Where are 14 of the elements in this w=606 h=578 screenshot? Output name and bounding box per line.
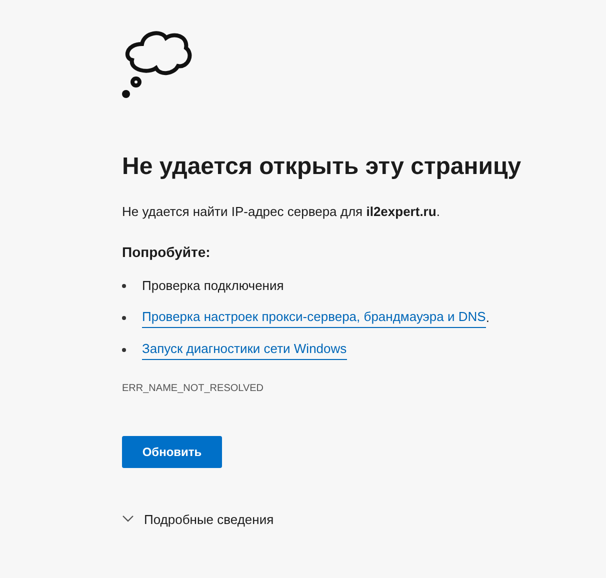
error-message: Не удается найти IP-адрес сервера для il2expert.ru. (122, 203, 441, 221)
bullet-icon (122, 348, 126, 352)
suggestion-link[interactable]: Проверка настроек прокси-сервера, брандмауэра и DNS (142, 307, 486, 328)
details-toggle[interactable]: Подробные сведения (122, 510, 274, 529)
punctuation: . (486, 308, 490, 327)
suggestion-link[interactable]: Запуск диагностики сети Windows (142, 339, 347, 360)
bullet-icon (122, 284, 126, 288)
error-heading: Не удается открыть эту страницу (122, 152, 522, 182)
suggestion-text: Проверка подключения (142, 276, 284, 295)
error-code: ERR_NAME_NOT_RESOLVED (122, 382, 265, 396)
chevron-icon (122, 515, 134, 524)
suggestions-title: Попробуйте: (122, 242, 212, 262)
bullet-icon (122, 316, 126, 320)
refresh-button[interactable]: Обновить (122, 436, 222, 468)
